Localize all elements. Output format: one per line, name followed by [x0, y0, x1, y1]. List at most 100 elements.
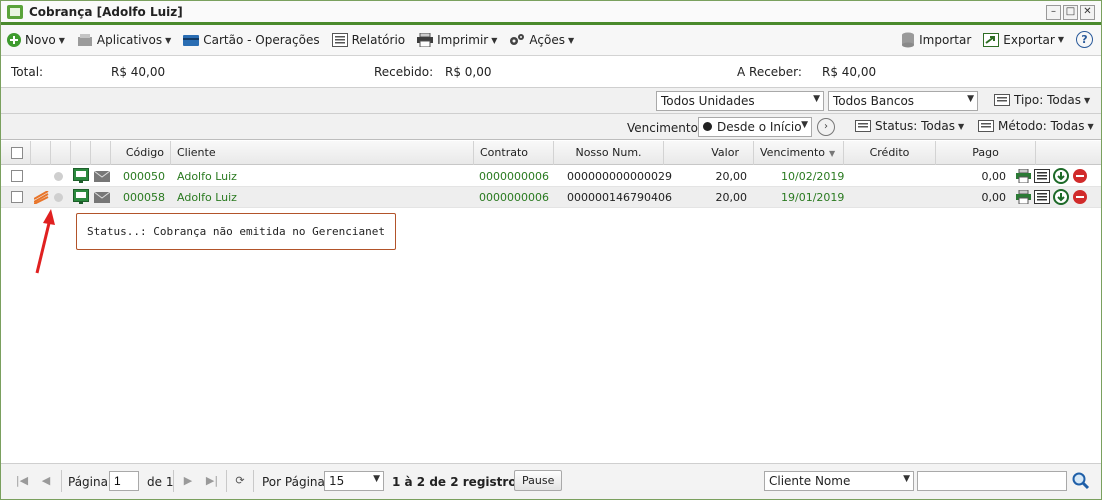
recebido-label: Recebido:: [374, 65, 434, 79]
vencimento-value: Desde o Início: [717, 120, 802, 134]
metodo-filter-button[interactable]: Método: Todas ▼: [978, 119, 1094, 133]
col-codigo[interactable]: Código: [111, 141, 171, 165]
header-spacer: [31, 141, 51, 165]
col-contrato[interactable]: Contrato: [474, 141, 554, 165]
bancos-select[interactable]: Todos Bancos ▼: [828, 91, 978, 111]
per-page-select[interactable]: 15 ▼: [324, 471, 384, 491]
unidades-select[interactable]: Todos Unidades ▼: [656, 91, 824, 111]
status-label: Status: Todas: [875, 119, 955, 133]
download-icon[interactable]: [1053, 189, 1069, 205]
search-icon[interactable]: [1072, 472, 1090, 490]
row-contrato[interactable]: 0000000006: [479, 166, 549, 187]
last-page-button[interactable]: ▶|: [203, 472, 221, 490]
divider: [253, 470, 254, 492]
row-credito: [844, 187, 936, 208]
next-period-button[interactable]: ›: [817, 118, 835, 136]
details-icon[interactable]: [1034, 169, 1050, 183]
boleto-icon[interactable]: [73, 168, 89, 184]
cartao-label: Cartão - Operações: [203, 33, 320, 47]
envelope-icon[interactable]: [94, 192, 110, 203]
areceber-label: A Receber:: [737, 65, 802, 79]
money-icon: [7, 4, 23, 19]
row-cliente[interactable]: Adolfo Luiz: [177, 166, 237, 187]
select-all-checkbox[interactable]: [11, 147, 23, 159]
close-button[interactable]: ✕: [1080, 5, 1095, 20]
row-codigo: 000050: [123, 170, 165, 183]
col-valor[interactable]: Valor: [664, 141, 754, 165]
divider: [226, 470, 227, 492]
delete-icon[interactable]: [1072, 168, 1088, 184]
col-vencimento[interactable]: Vencimento ▼: [754, 141, 844, 165]
window-titlebar[interactable]: Cobrança [Adolfo Luiz] – □ ✕: [1, 1, 1101, 25]
header-spacer: [51, 141, 71, 165]
metodo-label: Método: Todas: [998, 119, 1085, 133]
download-icon[interactable]: [1053, 168, 1069, 184]
imprimir-button[interactable]: Imprimir ▼: [417, 33, 497, 47]
page-count-label: de 1: [147, 475, 174, 489]
grid-header: Código Cliente Contrato Nosso Num. Valor…: [1, 141, 1101, 165]
chevron-down-icon: ▼: [957, 121, 965, 131]
record-dot-icon: [703, 122, 712, 131]
table-row[interactable]: 000058 Adolfo Luiz 0000000006 0000001467…: [1, 187, 1101, 208]
printer-icon[interactable]: [1016, 169, 1031, 183]
envelope-icon[interactable]: [94, 171, 110, 182]
tipo-filter-button[interactable]: Tipo: Todas ▼: [994, 93, 1090, 107]
export-icon: [983, 32, 1000, 47]
exportar-button[interactable]: Exportar ▼: [983, 32, 1064, 47]
col-vencimento-label: Vencimento: [760, 146, 826, 159]
per-page-value: 15: [329, 474, 345, 488]
next-page-button[interactable]: ▶: [179, 472, 197, 490]
per-page-label: Por Página:: [262, 475, 329, 489]
search-field-value: Cliente Nome: [769, 474, 851, 488]
prev-page-button[interactable]: ◀: [37, 472, 55, 490]
unidades-value: Todos Unidades: [661, 94, 755, 108]
details-icon[interactable]: [1034, 190, 1050, 204]
exportar-label: Exportar: [1003, 32, 1055, 47]
vencimento-select[interactable]: Desde o Início ▼: [698, 117, 812, 137]
page-number-input[interactable]: [109, 471, 139, 491]
importar-button[interactable]: Importar: [901, 32, 971, 48]
minimize-button[interactable]: –: [1046, 5, 1061, 20]
paging-toolbar: |◀ ◀ Página de 1 ▶ ▶| ⟳ Por Página: 15▼ …: [1, 463, 1101, 499]
table-row[interactable]: 000050 Adolfo Luiz 0000000006 0000000000…: [1, 166, 1101, 187]
delete-icon[interactable]: [1072, 189, 1088, 205]
chevron-down-icon: ▼: [813, 94, 820, 104]
search-input[interactable]: [917, 471, 1067, 491]
row-checkbox[interactable]: [11, 170, 23, 182]
chevron-down-icon: ▼: [801, 120, 808, 130]
novo-button[interactable]: Novo ▼: [7, 33, 65, 47]
pause-button[interactable]: Pause: [514, 470, 563, 491]
chevron-down-icon: ▼: [58, 35, 65, 45]
row-checkbox[interactable]: [11, 191, 23, 203]
printer-icon[interactable]: [1016, 190, 1031, 204]
acoes-label: Ações: [529, 33, 565, 47]
help-button[interactable]: ?: [1076, 31, 1093, 48]
col-pago[interactable]: Pago: [936, 141, 1036, 165]
cartao-button[interactable]: Cartão - Operações: [183, 33, 320, 47]
window-title: Cobrança [Adolfo Luiz]: [29, 4, 183, 19]
refresh-icon[interactable]: ⟳: [231, 472, 249, 490]
aplicativos-button[interactable]: Aplicativos ▼: [77, 33, 171, 47]
boleto-icon[interactable]: [73, 189, 89, 205]
first-page-button[interactable]: |◀: [13, 472, 31, 490]
search-field-select[interactable]: Cliente Nome ▼: [764, 471, 914, 491]
row-pago: 0,00: [981, 191, 1007, 204]
row-cliente[interactable]: Adolfo Luiz: [177, 187, 237, 208]
vencimento-label: Vencimento:: [627, 121, 702, 135]
maximize-button[interactable]: □: [1063, 5, 1078, 20]
row-valor: 20,00: [715, 170, 748, 183]
filter-row-1: Todos Unidades ▼ Todos Bancos ▼ Tipo: Toda…: [1, 88, 1101, 114]
header-spacer: [71, 141, 91, 165]
areceber-value: R$ 40,00: [822, 65, 877, 79]
relatorio-button[interactable]: Relatório: [331, 33, 405, 47]
credit-card-icon: [183, 35, 200, 46]
col-nosso-num[interactable]: Nosso Num.: [554, 141, 664, 165]
row-contrato[interactable]: 0000000006: [479, 187, 549, 208]
status-filter-button[interactable]: Status: Todas ▼: [855, 119, 964, 133]
total-value: R$ 40,00: [111, 65, 166, 79]
divider: [61, 470, 62, 492]
acoes-button[interactable]: Ações ▼: [509, 33, 574, 47]
col-cliente[interactable]: Cliente: [171, 141, 474, 165]
col-credito[interactable]: Crédito: [844, 141, 936, 165]
gears-icon: [510, 34, 525, 45]
